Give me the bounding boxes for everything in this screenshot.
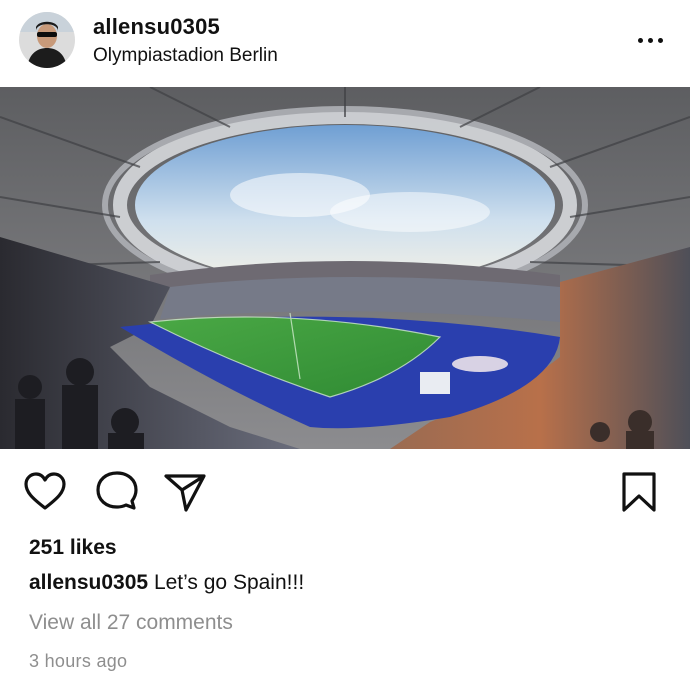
post-actions <box>0 460 690 520</box>
bookmark-icon[interactable] <box>616 470 662 514</box>
view-comments-link[interactable]: View all 27 comments <box>29 611 233 635</box>
avatar-image <box>19 12 75 68</box>
more-dot <box>658 38 663 43</box>
stadium-panorama-image <box>0 87 690 449</box>
post-photo[interactable] <box>0 87 690 449</box>
post-caption: allensu0305 Let’s go Spain!!! <box>29 571 304 595</box>
heart-icon[interactable] <box>22 470 68 514</box>
more-dot <box>638 38 643 43</box>
more-dot <box>648 38 653 43</box>
post-location[interactable]: Olympiastadion Berlin <box>93 45 278 67</box>
post-timestamp: 3 hours ago <box>29 651 128 671</box>
post-header: allensu0305 Olympiastadion Berlin <box>0 0 690 86</box>
likes-count[interactable]: 251 likes <box>29 536 117 560</box>
avatar[interactable] <box>19 12 75 68</box>
post-username[interactable]: allensu0305 <box>93 14 220 40</box>
paper-plane-icon[interactable] <box>162 470 208 514</box>
more-options-icon[interactable] <box>628 26 674 56</box>
comment-icon[interactable] <box>94 470 140 514</box>
caption-text: Let’s go Spain!!! <box>153 571 305 594</box>
caption-username[interactable]: allensu0305 <box>29 571 148 594</box>
